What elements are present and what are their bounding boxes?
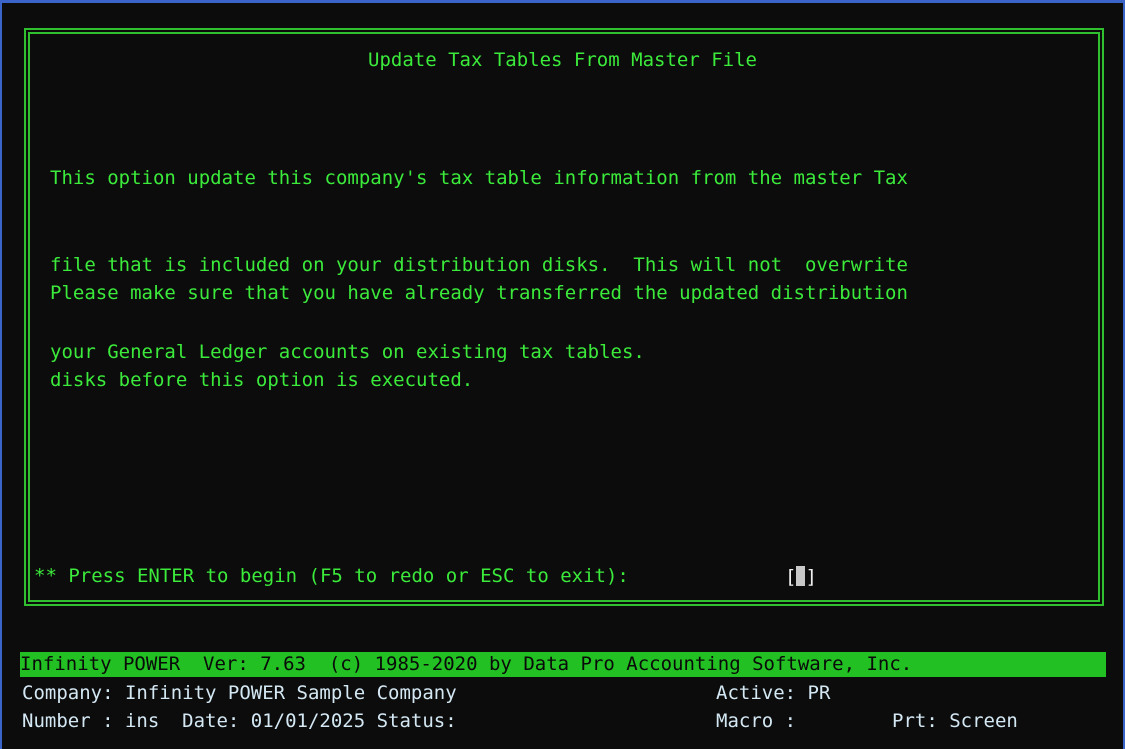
confirm-input-field[interactable]: [] [785, 566, 817, 588]
begin-prompt: ** Press ENTER to begin (F5 to redo or E… [34, 565, 629, 587]
number-date-status-line: Number : ins Date: 01/01/2025 Status: [22, 710, 457, 732]
description-line: This option update this company's tax ta… [50, 167, 908, 189]
description-line: disks before this option is executed. [50, 369, 474, 391]
company-line: Company: Infinity POWER Sample Company [22, 682, 457, 704]
screen-title: Update Tax Tables From Master File [368, 49, 757, 71]
window-edge-left [0, 0, 2, 749]
window-edge-top [0, 0, 1125, 3]
printer-label: Prt: Screen [892, 710, 1018, 732]
input-bracket-close: ] [805, 566, 817, 588]
description-paragraph-2: Please make sure that you have already t… [50, 221, 908, 424]
version-status-bar: Infinity POWER Ver: 7.63 (c) 1985-2020 b… [20, 652, 1106, 677]
input-bracket-open: [ [785, 566, 797, 588]
active-module-label: Active: PR [716, 682, 831, 704]
description-line: Please make sure that you have already t… [50, 282, 908, 304]
macro-label: Macro : [716, 710, 797, 732]
